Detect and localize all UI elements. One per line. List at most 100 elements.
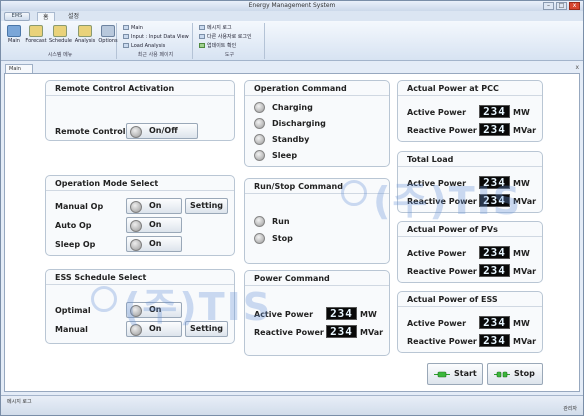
group-recent-pages: Main Input : Input Data View Load Analys… <box>119 23 193 59</box>
sleep-op-toggle[interactable]: On <box>126 236 182 252</box>
run-radio[interactable] <box>254 216 265 227</box>
load-reactive-unit: MVar <box>513 197 537 206</box>
ribbon-forecast-button[interactable]: Forecast <box>25 25 47 44</box>
window-title: Energy Management System <box>248 2 336 9</box>
ribbon-analysis-button[interactable]: Analysis <box>74 25 96 44</box>
analysis-icon <box>78 25 92 37</box>
total-load-box: Total Load Active Power 234 MW Reactive … <box>397 151 543 213</box>
charging-label: Charging <box>272 103 313 112</box>
toggle-knob <box>130 324 142 336</box>
ribbon-schedule-button[interactable]: Schedule <box>49 25 72 44</box>
auto-op-toggle[interactable]: On <box>126 217 182 233</box>
ess-active-unit: MW <box>513 319 530 328</box>
power-command-box: Power Command Active Power 234 MW Reacti… <box>244 270 390 356</box>
manual-op-toggle[interactable]: On <box>126 198 182 214</box>
pv-reactive-label: Reactive Power <box>407 267 477 276</box>
ess-schedule-box: ESS Schedule Select Optimal On Manual On… <box>45 269 235 344</box>
tool-message-log[interactable]: 메시지 로그 <box>199 25 232 32</box>
close-button[interactable]: x <box>569 2 580 10</box>
pv-reactive-display: 234 <box>479 264 510 277</box>
pcc-reactive-unit: MVar <box>513 126 537 135</box>
stop-button[interactable]: Stop <box>487 363 543 385</box>
pcc-reactive-display: 234 <box>479 123 510 136</box>
ess-active-label: Active Power <box>407 319 467 328</box>
total-load-title: Total Load <box>398 152 542 167</box>
toggle-knob <box>130 220 142 232</box>
toggle-knob <box>130 239 142 251</box>
maximize-button[interactable]: □ <box>556 2 567 10</box>
status-user: 관리자 <box>563 406 577 412</box>
group-system-menu: Main Forecast Schedule Analysis Options … <box>4 23 118 59</box>
title-bar: Energy Management System – □ x <box>1 1 583 11</box>
app-menu-button[interactable]: EMS <box>4 12 30 21</box>
operation-mode-title: Operation Mode Select <box>46 176 234 191</box>
auto-op-label: Auto Op <box>55 221 92 230</box>
manual-op-label: Manual Op <box>55 202 104 211</box>
recent-main[interactable]: Main <box>123 25 143 32</box>
run-label: Run <box>272 217 290 226</box>
message-log-icon <box>199 25 205 30</box>
ribbon: Main Forecast Schedule Analysis Options … <box>1 21 583 61</box>
load-active-display: 234 <box>479 176 510 189</box>
remote-control-box: Remote Control Activation Remote Control… <box>45 80 235 141</box>
pv-title: Actual Power of PVs <box>398 222 542 237</box>
main-panel: Remote Control Activation Remote Control… <box>4 73 580 392</box>
ribbon-main-button[interactable]: Main <box>5 25 23 44</box>
load-reactive-display: 234 <box>479 194 510 207</box>
ess-reactive-display: 234 <box>479 334 510 347</box>
minimize-button[interactable]: – <box>543 2 554 10</box>
stop-radio[interactable] <box>254 233 265 244</box>
options-icon <box>101 25 115 37</box>
status-message-log[interactable]: 메시지 로그 <box>7 398 32 405</box>
start-button[interactable]: Start <box>427 363 483 385</box>
power-reactive-display[interactable]: 234 <box>326 325 357 338</box>
ribbon-options-button[interactable]: Options <box>98 25 118 44</box>
page-icon <box>123 25 129 30</box>
tool-check-update[interactable]: 업데이트 확인 <box>199 43 236 50</box>
power-active-display[interactable]: 234 <box>326 307 357 320</box>
toggle-knob <box>130 305 142 317</box>
start-plug-icon <box>434 371 450 378</box>
doc-close-icon[interactable]: x <box>575 64 579 71</box>
power-reactive-unit: MVar <box>360 328 384 337</box>
power-active-unit: MW <box>360 310 377 319</box>
discharging-label: Discharging <box>272 119 326 128</box>
run-stop-box: Run/Stop Command Run Stop <box>244 178 390 264</box>
schedule-icon <box>53 25 67 37</box>
group-label: 최근 사용 페이지 <box>137 52 174 58</box>
recent-input-data-view[interactable]: Input : Input Data View <box>123 34 189 41</box>
page-icon <box>123 34 129 39</box>
sleep-label: Sleep <box>272 151 298 160</box>
manual-op-setting-button[interactable]: Setting <box>185 198 228 214</box>
tab-settings[interactable]: 설정 <box>63 12 84 21</box>
charging-radio[interactable] <box>254 102 265 113</box>
remote-onoff-toggle[interactable]: On/Off <box>126 123 198 139</box>
load-active-unit: MW <box>513 179 530 188</box>
pv-active-label: Active Power <box>407 249 467 258</box>
page-icon <box>123 43 129 48</box>
sleep-radio[interactable] <box>254 150 265 161</box>
manual-schedule-setting-button[interactable]: Setting <box>185 321 228 337</box>
operation-command-box: Operation Command Charging Discharging S… <box>244 80 390 167</box>
stop-plug-icon <box>494 371 510 378</box>
main-icon <box>7 25 21 37</box>
manual-schedule-toggle[interactable]: On <box>126 321 182 337</box>
recent-load-analysis[interactable]: Load Analysis <box>123 43 165 50</box>
power-reactive-label: Reactive Power <box>254 328 324 337</box>
update-icon <box>199 43 205 48</box>
stop-label: Stop <box>272 234 293 243</box>
optimal-toggle[interactable]: On <box>126 302 182 318</box>
power-command-title: Power Command <box>245 271 389 286</box>
standby-radio[interactable] <box>254 134 265 145</box>
discharging-radio[interactable] <box>254 118 265 129</box>
group-label: 시스템 메뉴 <box>47 52 73 58</box>
tool-switch-user[interactable]: 다른 사용자로 로그인 <box>199 34 252 41</box>
pv-active-display: 234 <box>479 246 510 259</box>
ess-power-box: Actual Power of ESS Active Power 234 MW … <box>397 291 543 353</box>
remote-control-title: Remote Control Activation <box>46 81 234 96</box>
user-icon <box>199 34 205 39</box>
toggle-knob <box>130 126 142 138</box>
group-label: 도구 <box>224 52 235 58</box>
tab-home[interactable]: 홈 <box>37 12 55 21</box>
doc-tab-main[interactable]: Main <box>5 64 33 73</box>
